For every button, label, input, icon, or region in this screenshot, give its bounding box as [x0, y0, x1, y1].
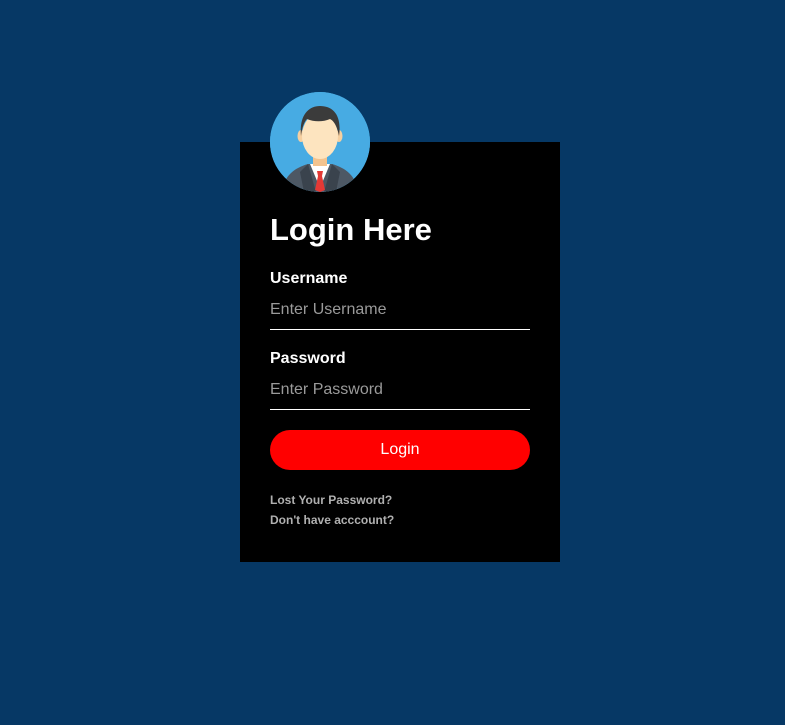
password-label: Password — [270, 350, 346, 367]
lost-password-link[interactable]: Lost Your Password? — [270, 490, 530, 510]
user-avatar-icon — [270, 92, 370, 192]
login-box: Login Here Username Password Login Lost … — [240, 92, 560, 562]
username-input[interactable] — [270, 290, 530, 330]
password-input[interactable] — [270, 370, 530, 410]
username-label: Username — [270, 270, 348, 287]
signup-link[interactable]: Don't have acccount? — [270, 510, 530, 530]
login-button[interactable]: Login — [270, 430, 530, 470]
avatar-illustration — [270, 92, 370, 192]
page-title: Login Here — [270, 212, 432, 247]
